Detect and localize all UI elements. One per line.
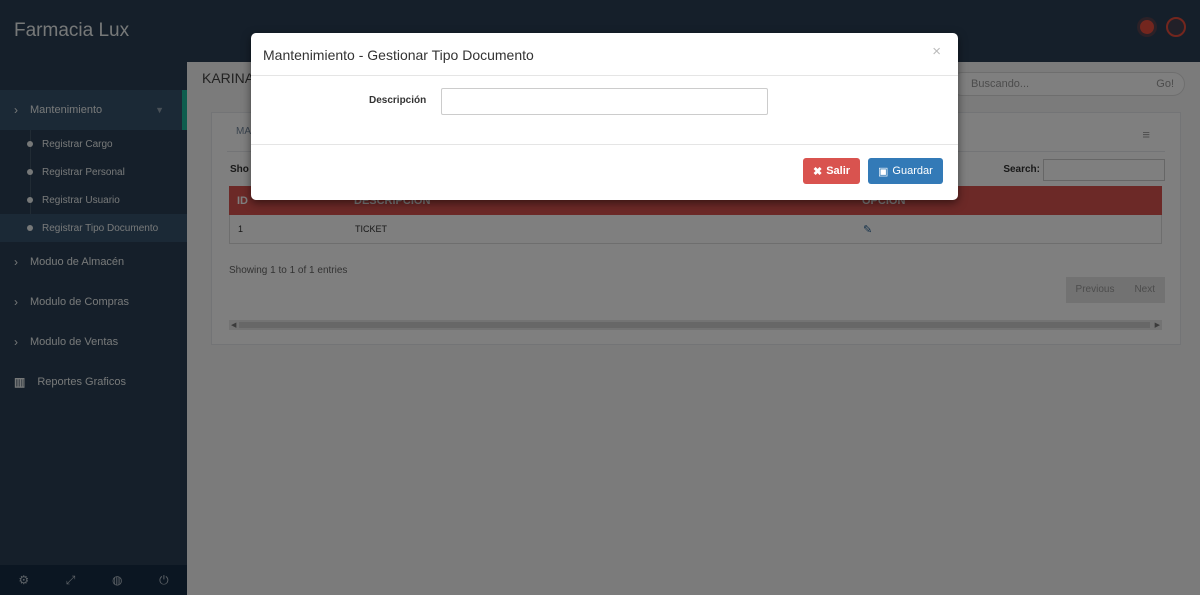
guardar-label: Guardar: [892, 165, 933, 177]
salir-button[interactable]: ✖ Salir: [803, 158, 861, 184]
modal-body: Descripción: [251, 76, 958, 145]
close-icon[interactable]: ×: [932, 43, 941, 60]
descripcion-input[interactable]: [441, 88, 768, 115]
guardar-button[interactable]: ▣ Guardar: [868, 158, 943, 184]
modal-header: Mantenimiento - Gestionar Tipo Documento…: [251, 33, 958, 76]
modal-dialog: Mantenimiento - Gestionar Tipo Documento…: [251, 33, 958, 200]
modal-title: Mantenimiento - Gestionar Tipo Documento: [263, 47, 534, 63]
descripcion-label: Descripción: [369, 95, 427, 106]
salir-label: Salir: [826, 165, 851, 177]
save-icon: ▣: [878, 165, 889, 178]
close-icon: ✖: [813, 165, 823, 178]
